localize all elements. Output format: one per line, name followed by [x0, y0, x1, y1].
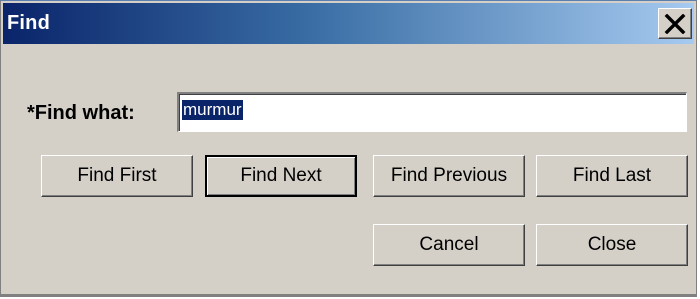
find-dialog: Find *Find what: murmur Find First Find …: [0, 0, 697, 297]
find-what-input[interactable]: murmur: [177, 92, 687, 132]
close-x-icon: [664, 13, 686, 34]
find-previous-button[interactable]: Find Previous: [373, 155, 525, 197]
find-what-value: murmur: [182, 100, 243, 120]
find-next-button[interactable]: Find Next: [205, 155, 357, 197]
cancel-button[interactable]: Cancel: [373, 224, 525, 266]
find-what-label: *Find what:: [27, 102, 135, 124]
close-window-button[interactable]: [658, 8, 692, 39]
find-first-button[interactable]: Find First: [41, 155, 193, 197]
title-bar[interactable]: Find: [3, 3, 694, 44]
close-button[interactable]: Close: [536, 224, 688, 266]
window-bottom-border: [1, 294, 696, 296]
find-last-button[interactable]: Find Last: [536, 155, 688, 197]
dialog-title: Find: [7, 12, 51, 34]
